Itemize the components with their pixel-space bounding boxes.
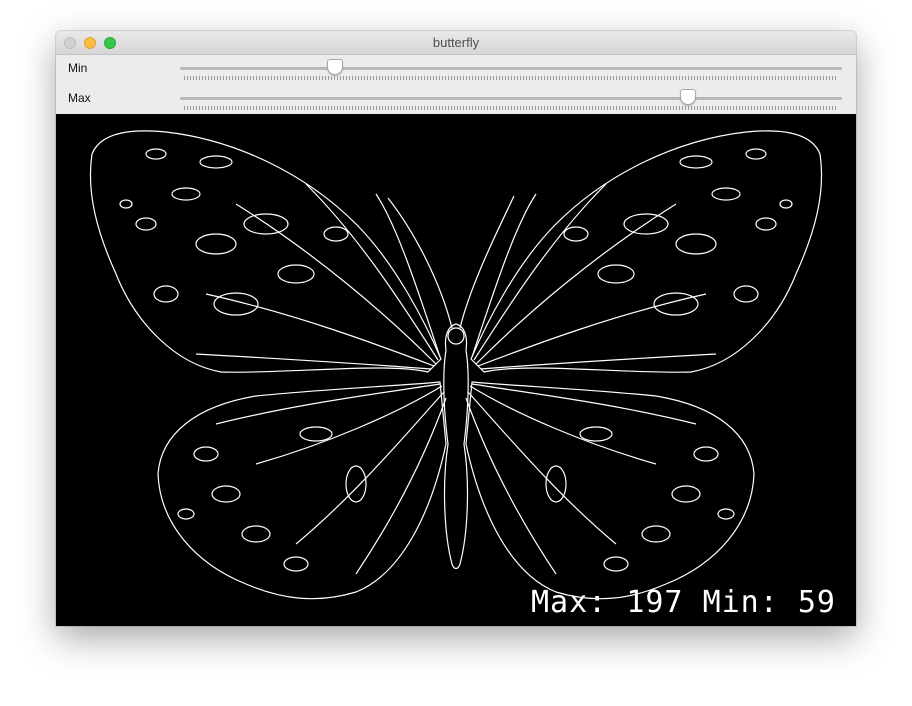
window-title: butterfly [432,35,480,50]
butterfly-edge-image [89,130,823,600]
min-trackbar-ticks [184,76,836,80]
min-trackbar-track[interactable] [180,67,842,70]
max-readout-value: 197 [626,585,684,620]
min-trackbar-label: Min [68,61,88,75]
max-trackbar-label: Max [68,91,91,105]
title-bar[interactable]: butterfly [56,31,856,55]
min-readout-value: 59 [797,585,836,620]
max-trackbar-ticks [184,106,836,110]
image-canvas: Max: 197 Min: 59 [56,114,856,626]
max-readout-label: Max: [531,585,608,620]
max-trackbar-row: Max [56,85,856,115]
max-trackbar-thumb[interactable] [679,89,696,105]
app-window: butterfly Min Max Max: 197 Min: 59 [56,31,856,626]
min-readout-label: Min: [702,585,779,620]
max-trackbar-track[interactable] [180,97,842,100]
min-trackbar-thumb[interactable] [326,59,343,75]
threshold-readout: Max: 197 Min: 59 [531,585,836,620]
trackbar-panel: Min Max [56,55,856,114]
min-trackbar-row: Min [56,55,856,85]
